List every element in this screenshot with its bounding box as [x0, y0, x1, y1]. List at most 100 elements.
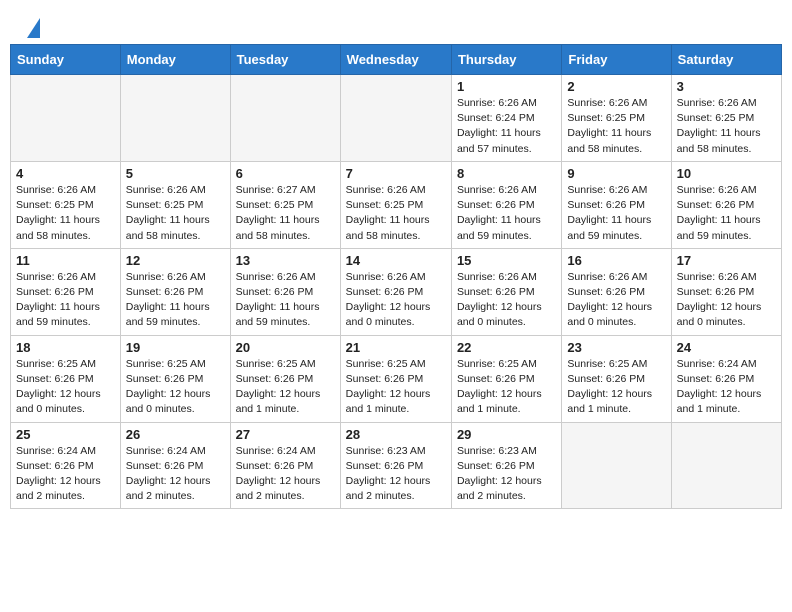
calendar-day-cell: 11 Sunrise: 6:26 AM Sunset: 6:26 PM Dayli…	[11, 248, 121, 335]
day-number: 13	[236, 253, 335, 268]
calendar-header-thursday: Thursday	[451, 45, 561, 75]
calendar-day-cell	[230, 75, 340, 162]
calendar-day-cell: 29 Sunrise: 6:23 AM Sunset: 6:26 PM Dayli…	[451, 422, 561, 509]
calendar-day-cell: 10 Sunrise: 6:26 AM Sunset: 6:26 PM Dayli…	[671, 161, 781, 248]
day-info: Sunrise: 6:26 AM Sunset: 6:26 PM Dayligh…	[457, 183, 556, 244]
day-info: Sunrise: 6:25 AM Sunset: 6:26 PM Dayligh…	[16, 357, 115, 418]
calendar-day-cell: 15 Sunrise: 6:26 AM Sunset: 6:26 PM Dayli…	[451, 248, 561, 335]
day-info: Sunrise: 6:26 AM Sunset: 6:26 PM Dayligh…	[236, 270, 335, 331]
calendar-week-row: 11 Sunrise: 6:26 AM Sunset: 6:26 PM Dayli…	[11, 248, 782, 335]
calendar-day-cell	[340, 75, 451, 162]
logo	[24, 18, 40, 36]
day-info: Sunrise: 6:26 AM Sunset: 6:24 PM Dayligh…	[457, 96, 556, 157]
calendar-table: SundayMondayTuesdayWednesdayThursdayFrid…	[10, 44, 782, 509]
logo-triangle-icon	[27, 18, 40, 38]
day-info: Sunrise: 6:25 AM Sunset: 6:26 PM Dayligh…	[567, 357, 665, 418]
day-info: Sunrise: 6:26 AM Sunset: 6:26 PM Dayligh…	[567, 270, 665, 331]
day-number: 2	[567, 79, 665, 94]
day-number: 9	[567, 166, 665, 181]
day-number: 20	[236, 340, 335, 355]
day-info: Sunrise: 6:23 AM Sunset: 6:26 PM Dayligh…	[457, 444, 556, 505]
calendar-header-wednesday: Wednesday	[340, 45, 451, 75]
day-info: Sunrise: 6:27 AM Sunset: 6:25 PM Dayligh…	[236, 183, 335, 244]
calendar-day-cell	[11, 75, 121, 162]
day-info: Sunrise: 6:26 AM Sunset: 6:26 PM Dayligh…	[677, 270, 776, 331]
calendar-day-cell: 18 Sunrise: 6:25 AM Sunset: 6:26 PM Dayli…	[11, 335, 121, 422]
calendar-day-cell: 23 Sunrise: 6:25 AM Sunset: 6:26 PM Dayli…	[562, 335, 671, 422]
calendar-day-cell	[562, 422, 671, 509]
day-number: 16	[567, 253, 665, 268]
calendar-day-cell: 21 Sunrise: 6:25 AM Sunset: 6:26 PM Dayli…	[340, 335, 451, 422]
day-info: Sunrise: 6:26 AM Sunset: 6:25 PM Dayligh…	[126, 183, 225, 244]
day-number: 18	[16, 340, 115, 355]
day-number: 23	[567, 340, 665, 355]
calendar-day-cell: 3Sunrise: 6:26 AM Sunset: 6:25 PM Daylig…	[671, 75, 781, 162]
calendar-day-cell: 13 Sunrise: 6:26 AM Sunset: 6:26 PM Dayli…	[230, 248, 340, 335]
day-number: 24	[677, 340, 776, 355]
day-number: 27	[236, 427, 335, 442]
day-number: 22	[457, 340, 556, 355]
day-info: Sunrise: 6:26 AM Sunset: 6:25 PM Dayligh…	[346, 183, 446, 244]
day-info: Sunrise: 6:26 AM Sunset: 6:26 PM Dayligh…	[457, 270, 556, 331]
day-number: 7	[346, 166, 446, 181]
calendar-day-cell	[671, 422, 781, 509]
calendar-week-row: 25Sunrise: 6:24 AM Sunset: 6:26 PM Dayli…	[11, 422, 782, 509]
calendar-header-friday: Friday	[562, 45, 671, 75]
day-number: 26	[126, 427, 225, 442]
calendar-day-cell: 2 Sunrise: 6:26 AM Sunset: 6:25 PM Daylig…	[562, 75, 671, 162]
day-number: 12	[126, 253, 225, 268]
calendar-day-cell: 14 Sunrise: 6:26 AM Sunset: 6:26 PM Dayli…	[340, 248, 451, 335]
calendar-day-cell: 8 Sunrise: 6:26 AM Sunset: 6:26 PM Daylig…	[451, 161, 561, 248]
day-info: Sunrise: 6:26 AM Sunset: 6:26 PM Dayligh…	[16, 270, 115, 331]
calendar-day-cell: 12 Sunrise: 6:26 AM Sunset: 6:26 PM Dayli…	[120, 248, 230, 335]
calendar-week-row: 4 Sunrise: 6:26 AM Sunset: 6:25 PM Daylig…	[11, 161, 782, 248]
day-info: Sunrise: 6:26 AM Sunset: 6:26 PM Dayligh…	[677, 183, 776, 244]
day-number: 29	[457, 427, 556, 442]
calendar-week-row: 18 Sunrise: 6:25 AM Sunset: 6:26 PM Dayli…	[11, 335, 782, 422]
day-number: 15	[457, 253, 556, 268]
day-number: 6	[236, 166, 335, 181]
day-info: Sunrise: 6:26 AM Sunset: 6:26 PM Dayligh…	[126, 270, 225, 331]
calendar-day-cell: 24 Sunrise: 6:24 AM Sunset: 6:26 PM Dayli…	[671, 335, 781, 422]
calendar-day-cell: 28Sunrise: 6:23 AM Sunset: 6:26 PM Dayli…	[340, 422, 451, 509]
calendar-header-monday: Monday	[120, 45, 230, 75]
calendar-day-cell: 25Sunrise: 6:24 AM Sunset: 6:26 PM Dayli…	[11, 422, 121, 509]
day-info: Sunrise: 6:25 AM Sunset: 6:26 PM Dayligh…	[457, 357, 556, 418]
calendar-header-saturday: Saturday	[671, 45, 781, 75]
page-header	[0, 0, 792, 44]
day-number: 8	[457, 166, 556, 181]
day-number: 21	[346, 340, 446, 355]
calendar-day-cell: 20 Sunrise: 6:25 AM Sunset: 6:26 PM Dayli…	[230, 335, 340, 422]
day-info: Sunrise: 6:24 AM Sunset: 6:26 PM Dayligh…	[677, 357, 776, 418]
day-info: Sunrise: 6:24 AM Sunset: 6:26 PM Dayligh…	[126, 444, 225, 505]
calendar-day-cell: 6 Sunrise: 6:27 AM Sunset: 6:25 PM Daylig…	[230, 161, 340, 248]
calendar-day-cell: 7 Sunrise: 6:26 AM Sunset: 6:25 PM Daylig…	[340, 161, 451, 248]
calendar-day-cell: 19 Sunrise: 6:25 AM Sunset: 6:26 PM Dayli…	[120, 335, 230, 422]
day-number: 11	[16, 253, 115, 268]
day-info: Sunrise: 6:24 AM Sunset: 6:26 PM Dayligh…	[16, 444, 115, 505]
calendar-day-cell: 9 Sunrise: 6:26 AM Sunset: 6:26 PM Daylig…	[562, 161, 671, 248]
day-number: 4	[16, 166, 115, 181]
calendar-day-cell: 27Sunrise: 6:24 AM Sunset: 6:26 PM Dayli…	[230, 422, 340, 509]
day-number: 17	[677, 253, 776, 268]
day-info: Sunrise: 6:26 AM Sunset: 6:26 PM Dayligh…	[346, 270, 446, 331]
day-number: 10	[677, 166, 776, 181]
day-info: Sunrise: 6:26 AM Sunset: 6:25 PM Dayligh…	[567, 96, 665, 157]
calendar-week-row: 1 Sunrise: 6:26 AM Sunset: 6:24 PM Daylig…	[11, 75, 782, 162]
day-info: Sunrise: 6:26 AM Sunset: 6:26 PM Dayligh…	[567, 183, 665, 244]
day-number: 14	[346, 253, 446, 268]
calendar-day-cell: 26 Sunrise: 6:24 AM Sunset: 6:26 PM Dayli…	[120, 422, 230, 509]
day-info: Sunrise: 6:26 AM Sunset: 6:25 PM Dayligh…	[16, 183, 115, 244]
day-info: Sunrise: 6:25 AM Sunset: 6:26 PM Dayligh…	[236, 357, 335, 418]
calendar-header-tuesday: Tuesday	[230, 45, 340, 75]
calendar-day-cell: 5 Sunrise: 6:26 AM Sunset: 6:25 PM Daylig…	[120, 161, 230, 248]
calendar-wrapper: SundayMondayTuesdayWednesdayThursdayFrid…	[0, 44, 792, 519]
day-info: Sunrise: 6:25 AM Sunset: 6:26 PM Dayligh…	[346, 357, 446, 418]
day-info: Sunrise: 6:25 AM Sunset: 6:26 PM Dayligh…	[126, 357, 225, 418]
day-number: 1	[457, 79, 556, 94]
day-number: 28	[346, 427, 446, 442]
day-number: 19	[126, 340, 225, 355]
day-number: 5	[126, 166, 225, 181]
day-info: Sunrise: 6:26 AM Sunset: 6:25 PM Dayligh…	[677, 96, 776, 157]
calendar-header-row: SundayMondayTuesdayWednesdayThursdayFrid…	[11, 45, 782, 75]
